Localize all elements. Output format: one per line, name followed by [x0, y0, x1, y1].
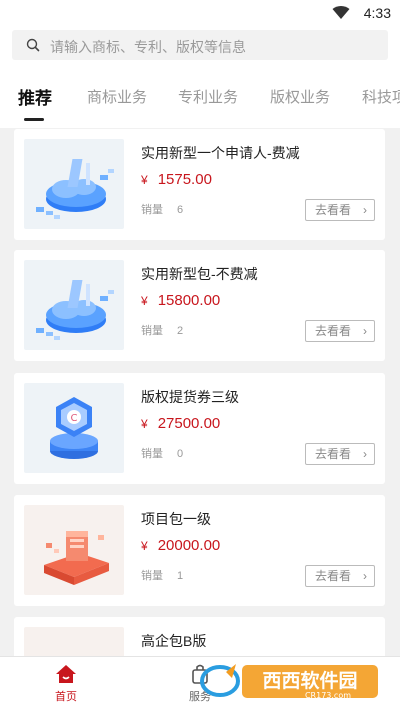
product-sales: 销量 6	[141, 204, 184, 216]
tab-recommend[interactable]: 推荐	[18, 84, 52, 109]
project-package-illustration	[24, 505, 124, 595]
product-card[interactable]: 实用新型包-不费减 ¥15800.00 销量 2 去看看 ›	[14, 250, 385, 361]
search-icon	[26, 38, 40, 52]
search-input[interactable]: 请输入商标、专利、版权等信息	[50, 37, 246, 57]
status-bar: 4:33	[0, 0, 400, 26]
category-tabs: 推荐 商标业务 专利业务 版权业务 科技项	[0, 78, 400, 128]
search-bar[interactable]: 请输入商标、专利、版权等信息	[12, 30, 388, 60]
product-thumbnail	[24, 627, 124, 656]
nav-home[interactable]: 首页	[31, 663, 101, 704]
tab-copyright[interactable]: 版权业务	[270, 86, 330, 107]
patent-cloud-illustration	[24, 260, 124, 350]
view-button[interactable]: 去看看 ›	[305, 199, 375, 221]
watermark-logo: 西西软件园 CR173.com	[200, 664, 378, 700]
copyright-hexagon-illustration: C	[24, 383, 124, 473]
product-sales: 销量 2	[141, 325, 184, 337]
product-title: 实用新型一个申请人-费减	[141, 145, 300, 161]
product-price: ¥20000.00	[141, 537, 221, 554]
product-card[interactable]: 项目包一级 ¥20000.00 销量 1 去看看 ›	[14, 495, 385, 606]
chevron-right-icon: ›	[363, 203, 367, 217]
view-button[interactable]: 去看看 ›	[305, 320, 375, 342]
product-card[interactable]: 实用新型一个申请人-费减 ¥1575.00 销量 6 去看看 ›	[14, 129, 385, 240]
chevron-right-icon: ›	[363, 447, 367, 461]
product-list[interactable]: 实用新型一个申请人-费减 ¥1575.00 销量 6 去看看 › 实用新型包-不费减…	[0, 128, 400, 656]
tab-trademark[interactable]: 商标业务	[87, 86, 147, 107]
status-time: 4:33	[363, 5, 391, 21]
product-sales: 销量 1	[141, 570, 184, 582]
product-title: 实用新型包-不费减	[141, 266, 258, 282]
product-card[interactable]: C 版权提货券三级 ¥27500.00 销量 0 去看看 ›	[14, 373, 385, 484]
product-price: ¥1575.00	[141, 171, 212, 188]
view-button[interactable]: 去看看 ›	[305, 565, 375, 587]
svg-text:CR173.com: CR173.com	[305, 691, 351, 700]
product-price: ¥27500.00	[141, 415, 221, 432]
product-title: 版权提货券三级	[141, 389, 239, 405]
chevron-right-icon: ›	[363, 569, 367, 583]
home-icon	[56, 665, 76, 683]
product-price: ¥15800.00	[141, 292, 221, 309]
active-tab-indicator	[24, 118, 44, 121]
tab-tech[interactable]: 科技项	[362, 86, 400, 107]
view-button[interactable]: 去看看 ›	[305, 443, 375, 465]
tab-patent[interactable]: 专利业务	[178, 86, 238, 107]
svg-text:西西软件园: 西西软件园	[262, 669, 357, 692]
svg-text:C: C	[71, 413, 78, 424]
wifi-icon	[332, 6, 350, 19]
chevron-right-icon: ›	[363, 324, 367, 338]
product-title: 项目包一级	[141, 511, 211, 527]
product-sales: 销量 0	[141, 448, 184, 460]
patent-cloud-illustration	[24, 139, 124, 229]
product-title: 高企包B版	[141, 633, 207, 649]
product-card[interactable]: 高企包B版	[14, 617, 385, 656]
